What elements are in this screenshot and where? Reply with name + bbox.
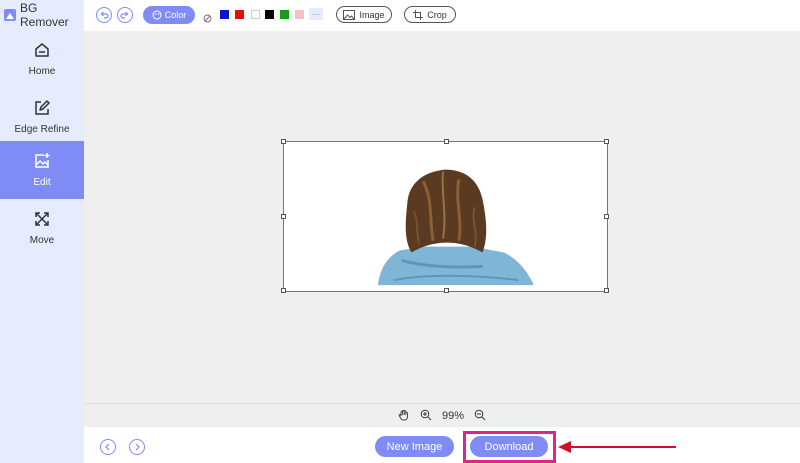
chevron-right-icon [135,443,140,451]
crop-button[interactable]: Crop [404,6,456,23]
crop-icon [413,9,424,20]
redo-icon [120,11,129,19]
image-button-label: Image [359,9,385,20]
image-add-icon [35,153,50,168]
sidebar-item-move[interactable]: Move [0,199,84,257]
resize-handle-e[interactable] [604,214,609,219]
sidebar-item-edit[interactable]: Edit [0,141,84,199]
more-colors-label: ··· [311,9,321,19]
undo-icon [100,11,109,19]
sidebar-item-label: Move [29,235,55,246]
app-logo-icon [3,8,17,22]
edit-square-icon [35,100,50,115]
image-button[interactable]: Image [336,6,392,23]
new-image-label: New Image [386,440,443,453]
swatch-red[interactable] [235,10,244,19]
sidebar-item-label: Edit [33,177,51,188]
sidebar-item-edge-refine[interactable]: Edge Refine [0,88,84,146]
image-icon [343,9,356,20]
zoom-bar: 99% [84,403,800,428]
app-title: BG Remover [0,0,84,30]
crop-button-label: Crop [427,9,447,20]
chevron-left-icon [105,443,110,451]
new-image-button[interactable]: New Image [375,436,454,457]
resize-handle-n[interactable] [444,139,449,144]
zoom-out-button[interactable] [474,409,486,424]
zoom-out-icon [474,409,486,420]
undo-button[interactable] [96,7,112,23]
zoom-level: 99% [441,410,465,422]
resize-handle-ne[interactable] [604,139,609,144]
swatch-green[interactable] [280,10,289,19]
zoom-in-button[interactable] [420,409,432,424]
home-icon [35,43,49,57]
sidebar-item-label: Edge Refine [14,124,70,135]
previous-button[interactable] [100,439,116,455]
next-button[interactable] [129,439,145,455]
sidebar-item-home[interactable]: Home [0,30,84,88]
color-button-label: Color [164,10,187,20]
hand-pan-button[interactable] [398,409,410,424]
hand-icon [398,409,408,420]
palette-icon [152,10,162,20]
more-colors-button[interactable]: ··· [309,8,323,20]
redo-button[interactable] [117,7,133,23]
resize-handle-nw[interactable] [281,139,286,144]
arrow-pointer-icon [558,441,676,453]
subject-image [377,169,534,286]
app-title-text: BG Remover [20,1,69,29]
resize-handle-sw[interactable] [281,288,286,293]
swatch-pink[interactable] [295,10,304,19]
image-canvas[interactable] [281,139,609,293]
resize-handle-se[interactable] [604,288,609,293]
toolbar: Color ··· Image Crop [84,0,800,31]
sidebar-item-label: Home [28,66,56,77]
swatch-transparent[interactable] [203,10,212,23]
color-button[interactable]: Color [143,6,195,24]
sidebar: BG Remover Home Edge Refine Edit Move [0,0,84,463]
no-color-icon [203,14,212,23]
swatch-blue[interactable] [220,10,229,19]
swatch-white[interactable] [251,10,260,19]
zoom-in-icon [420,409,432,420]
move-arrows-icon [35,212,49,226]
resize-handle-s[interactable] [444,288,449,293]
swatch-black[interactable] [265,10,274,19]
resize-handle-w[interactable] [281,214,286,219]
download-highlight-box [463,431,556,463]
